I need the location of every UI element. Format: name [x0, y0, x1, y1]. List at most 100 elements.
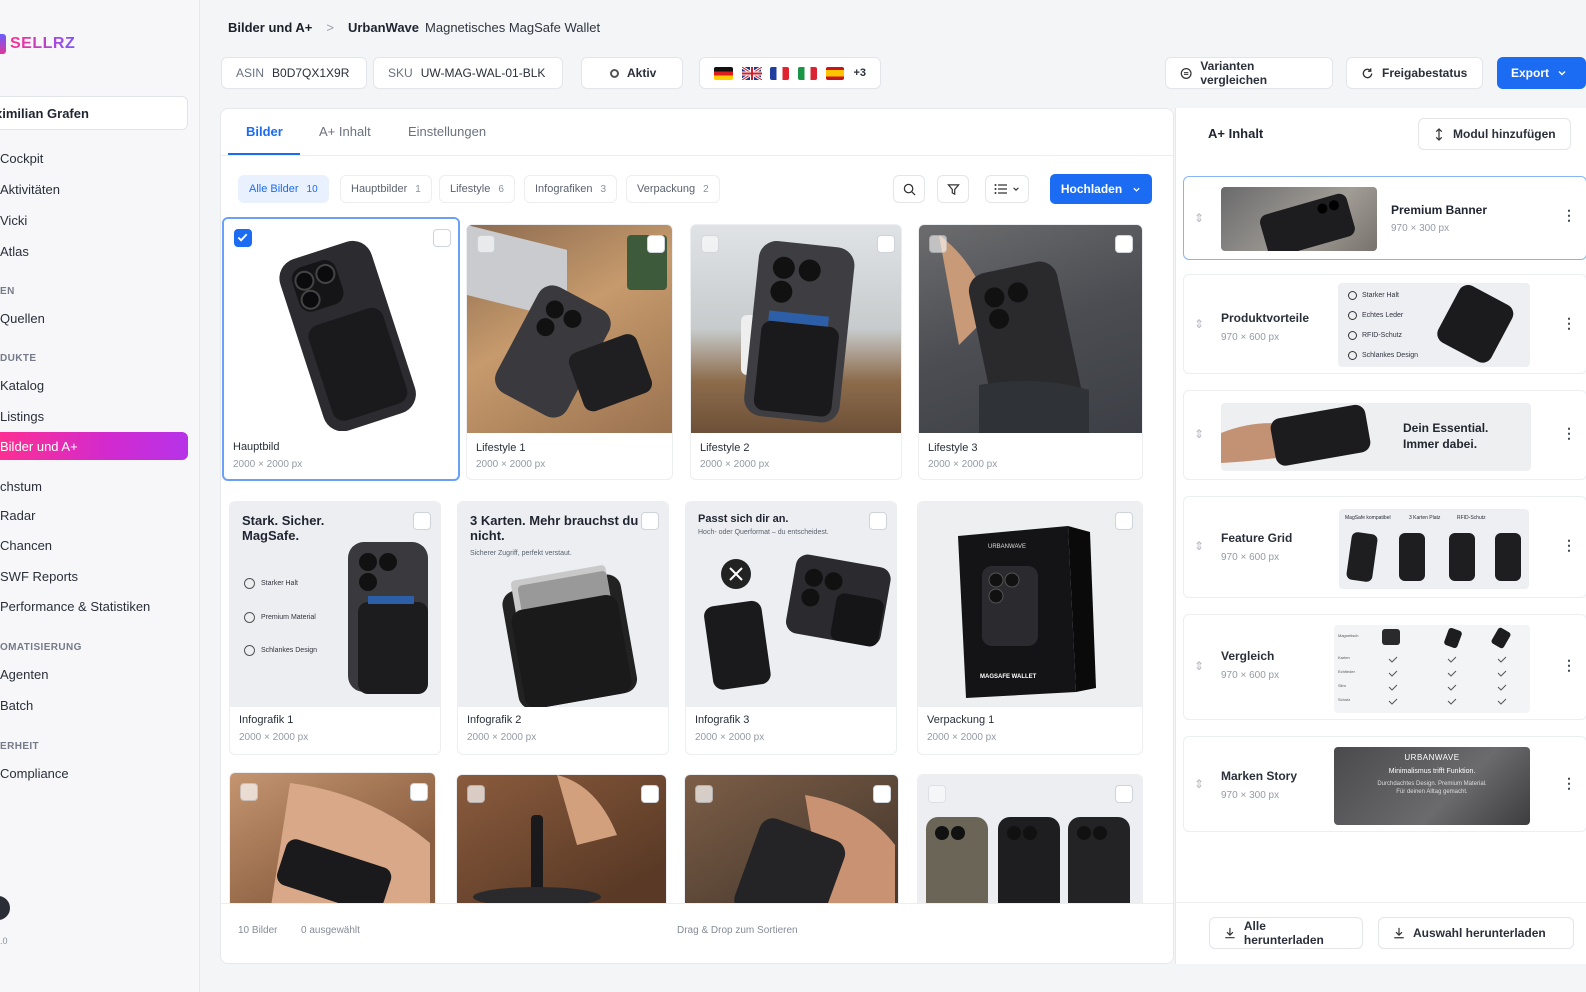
sidebar-item-agents[interactable]: Agenten [0, 667, 48, 682]
image-checkbox-secondary[interactable] [240, 783, 258, 801]
image-card-main[interactable]: Hauptbild 2000 × 2000 px [222, 217, 460, 481]
filter-packaging[interactable]: Verpackung 2 [626, 175, 720, 203]
status-pill[interactable]: Aktiv [581, 57, 683, 89]
drag-handle-icon[interactable]: ⇕ [1194, 659, 1204, 673]
image-card-infographic-2[interactable]: 3 Karten. Mehr brauchst du nicht. Sicher… [457, 501, 669, 755]
flag-gb-icon[interactable] [741, 66, 762, 80]
image-card-lifestyle-4[interactable] [229, 772, 436, 912]
more-options-icon[interactable]: ⋮ [1562, 315, 1576, 332]
logo[interactable]: SELLRZ [0, 34, 75, 54]
sidebar-item-activities[interactable]: Aktivitäten [0, 182, 60, 197]
flag-fr-icon[interactable] [769, 66, 789, 80]
approval-status-button[interactable]: Freigabestatus [1346, 57, 1483, 89]
image-checkbox[interactable] [413, 512, 431, 530]
image-card-lifestyle-2[interactable]: Lifestyle 2 2000 × 2000 px [690, 224, 902, 480]
sidebar-item-vicki[interactable]: Vicki [0, 213, 27, 228]
image-checkbox-secondary[interactable] [467, 785, 485, 803]
image-checkbox[interactable] [877, 235, 895, 253]
drag-handle-icon[interactable]: ⇕ [1194, 317, 1204, 331]
image-card-lifestyle-6[interactable] [684, 774, 899, 914]
drag-handle-icon[interactable]: ⇕ [1194, 211, 1204, 225]
image-card-infographic-1[interactable]: Stark. Sicher. MagSafe. Starker Halt Pre… [229, 501, 441, 755]
image-card-lifestyle-3[interactable]: Lifestyle 3 2000 × 2000 px [918, 224, 1143, 480]
image-checkbox[interactable] [873, 785, 891, 803]
download-all-button[interactable]: Alle herunterladen [1209, 917, 1363, 949]
image-card-variants[interactable] [917, 774, 1143, 914]
compare-variants-button[interactable]: Varianten vergleichen [1165, 57, 1333, 89]
image-checkbox[interactable] [647, 235, 665, 253]
filter-button[interactable] [937, 175, 969, 203]
image-checkbox[interactable] [410, 783, 428, 801]
flag-it-icon[interactable] [797, 66, 817, 80]
sidebar-item-atlas[interactable]: Atlas [0, 244, 29, 259]
breadcrumb-root[interactable]: Bilder und A+ [228, 20, 312, 35]
more-options-icon[interactable]: ⋮ [1562, 425, 1576, 442]
aplus-module-comparison[interactable]: ⇕ Vergleich 970 × 600 px Magnetisch Kart… [1183, 614, 1586, 720]
image-card-lifestyle-5[interactable] [456, 774, 667, 914]
flag-de-icon[interactable] [714, 66, 733, 80]
search-button[interactable] [893, 175, 925, 203]
sidebar-item-listings[interactable]: Listings [0, 409, 44, 424]
image-checkbox-secondary[interactable] [929, 235, 947, 253]
image-checkbox[interactable] [1115, 785, 1133, 803]
image-thumbnail[interactable] [918, 775, 1142, 913]
filter-all[interactable]: Alle Bilder 10 [238, 175, 329, 203]
add-module-button[interactable]: Modul hinzufügen [1418, 118, 1571, 150]
image-checkbox[interactable] [641, 512, 659, 530]
image-checkbox[interactable] [234, 229, 252, 247]
aplus-module-essential[interactable]: ⇕ Dein Essential. Immer dabei. ⋮ [1183, 390, 1586, 480]
image-checkbox[interactable] [869, 512, 887, 530]
image-thumbnail[interactable] [691, 225, 901, 433]
more-languages[interactable]: +3 [853, 67, 866, 79]
more-options-icon[interactable]: ⋮ [1562, 657, 1576, 674]
download-selection-button[interactable]: Auswahl herunterladen [1378, 917, 1574, 949]
image-thumbnail[interactable]: 3 Karten. Mehr brauchst du nicht. Sicher… [458, 502, 668, 707]
help-button[interactable] [0, 896, 10, 920]
sidebar-item-growth[interactable]: chstum [0, 479, 42, 494]
sidebar-item-radar[interactable]: Radar [0, 508, 35, 523]
image-thumbnail[interactable] [457, 775, 666, 913]
image-thumbnail[interactable] [685, 775, 898, 913]
filter-infographics[interactable]: Infografiken 3 [524, 175, 618, 203]
image-checkbox-secondary[interactable] [928, 785, 946, 803]
more-options-icon[interactable]: ⋮ [1562, 775, 1576, 792]
drag-handle-icon[interactable]: ⇕ [1194, 427, 1204, 441]
sidebar-item-compliance[interactable]: Compliance [0, 766, 69, 781]
sidebar-item-images-aplus[interactable]: Bilder und A+ [0, 432, 188, 460]
image-thumbnail[interactable] [224, 219, 458, 431]
aplus-module-premium-banner[interactable]: ⇕ Premium Banner 970 × 300 px ⋮ [1183, 176, 1586, 260]
image-checkbox[interactable] [1115, 235, 1133, 253]
sidebar-item-catalog[interactable]: Katalog [0, 378, 44, 393]
drag-handle-icon[interactable]: ⇕ [1194, 539, 1204, 553]
image-thumbnail[interactable] [467, 225, 672, 433]
export-button[interactable]: Export [1497, 57, 1586, 89]
sidebar-item-batch[interactable]: Batch [0, 698, 33, 713]
image-checkbox-secondary[interactable] [477, 235, 495, 253]
aplus-module-feature-grid[interactable]: ⇕ Feature Grid 970 × 600 px MagSafe komp… [1183, 496, 1586, 598]
tab-settings[interactable]: Einstellungen [408, 124, 486, 139]
asin-pill[interactable]: ASIN B0D7QX1X9R [221, 57, 367, 89]
view-toggle-button[interactable] [985, 175, 1029, 203]
image-thumbnail[interactable] [230, 773, 435, 911]
sku-pill[interactable]: SKU UW-MAG-WAL-01-BLK [373, 57, 563, 89]
image-checkbox[interactable] [1115, 512, 1133, 530]
aplus-module-brand-story[interactable]: ⇕ Marken Story 970 × 300 px URBANWAVE Mi… [1183, 736, 1586, 832]
flag-es-icon[interactable] [825, 66, 845, 80]
image-checkbox-secondary[interactable] [433, 229, 451, 247]
tab-aplus[interactable]: A+ Inhalt [319, 124, 371, 139]
image-thumbnail[interactable] [919, 225, 1142, 433]
language-flags[interactable]: +3 [699, 57, 881, 89]
image-card-packaging-1[interactable]: URBANWAVE MAGSAFE WALLET Verpackung 1 20… [917, 501, 1143, 755]
user-switcher[interactable]: ximilian Grafen [0, 96, 188, 130]
sidebar-item-swf-reports[interactable]: SWF Reports [0, 569, 78, 584]
filter-main-images[interactable]: Hauptbilder 1 [340, 175, 432, 203]
image-checkbox-secondary[interactable] [695, 785, 713, 803]
sidebar-item-performance[interactable]: Performance & Statistiken [0, 599, 150, 614]
sidebar-item-chances[interactable]: Chancen [0, 538, 52, 553]
image-checkbox[interactable] [641, 785, 659, 803]
image-card-lifestyle-1[interactable]: Lifestyle 1 2000 × 2000 px [466, 224, 673, 480]
aplus-module-benefits[interactable]: ⇕ Produktvorteile 970 × 600 px Starker H… [1183, 274, 1586, 374]
more-options-icon[interactable]: ⋮ [1562, 207, 1576, 224]
image-thumbnail[interactable]: Passt sich dir an. Hoch- oder Querformat… [686, 502, 896, 707]
upload-button[interactable]: Hochladen [1050, 174, 1152, 204]
